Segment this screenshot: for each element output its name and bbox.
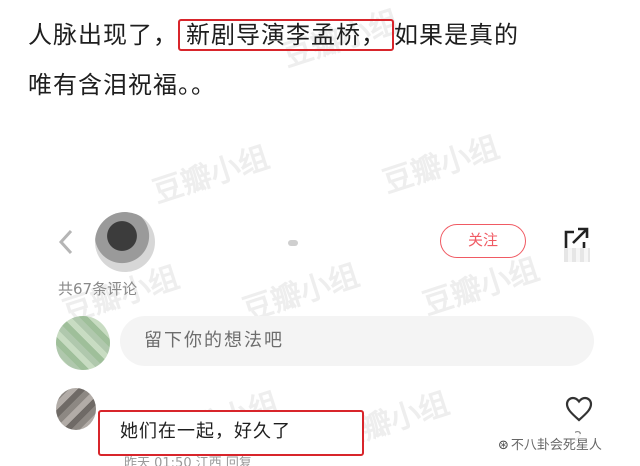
post-body: 人脉出现了， 新剧导演李孟桥， 如果是真的 唯有含泪祝福。。 [28,10,632,110]
author-avatar[interactable] [95,212,155,272]
heart-icon[interactable] [564,394,594,424]
watermark-2: 豆瓣小组 [148,140,274,211]
watermark-3: 豆瓣小组 [378,130,504,201]
post-text-line2: 唯有含泪祝福。。 [28,71,216,99]
comment-text: 她们在一起，好久了 [98,410,364,456]
comment-meta: 昨天 01:50 江西 回复 [124,456,252,466]
highlight-box: 新剧导演李孟桥， [178,19,394,51]
source-logo-icon: ⊛ [498,438,509,453]
post-text-line1-end: 如果是真的 [394,21,519,49]
comment-avatar[interactable] [56,388,96,430]
my-avatar [56,316,110,370]
comment-input[interactable]: 留下你的想法吧 [120,316,594,366]
follow-button[interactable]: 关注 [440,224,526,258]
comment-count: 共67条评论 [58,280,138,296]
source-text: 不八卦会死星人 [510,438,602,453]
share-mosaic [564,248,590,262]
back-icon[interactable] [58,228,74,256]
author-name-blurred [288,240,298,246]
source-watermark: ⊛ 不八卦会死星人 [494,434,606,453]
post-text-line1-start: 人脉出现了， [28,21,178,49]
